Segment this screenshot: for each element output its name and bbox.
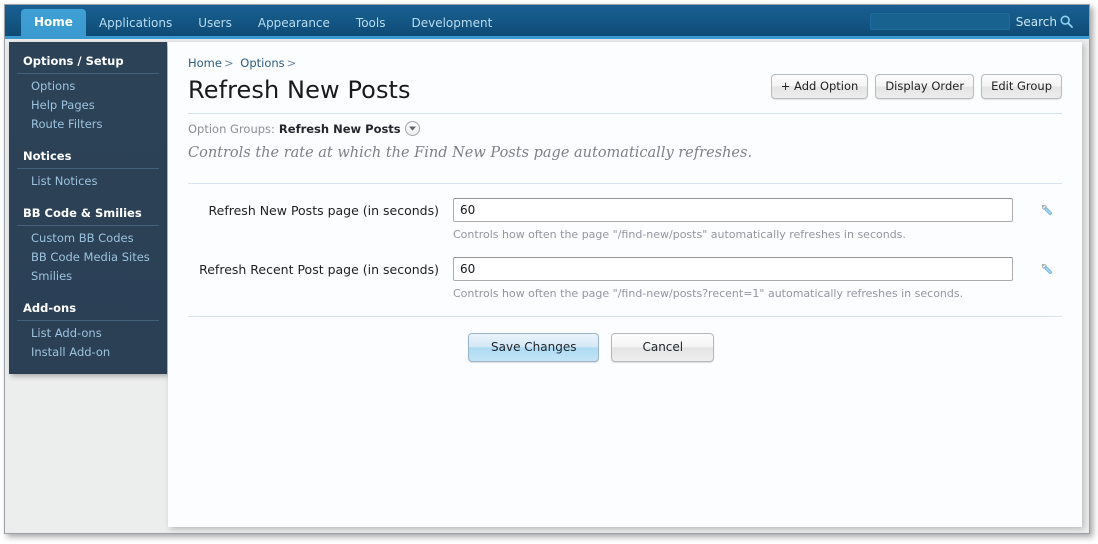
main-content-panel: Home > Options > Refresh New Posts + Add O…: [168, 42, 1082, 527]
form-row: Refresh New Posts page (in seconds) Cont…: [188, 198, 1062, 242]
breadcrumb-options[interactable]: Options: [240, 56, 284, 70]
sidebar-item-options[interactable]: Options: [9, 77, 167, 96]
field-hint: Controls how often the page "/find-new/p…: [453, 228, 906, 241]
breadcrumb-separator: >: [286, 56, 297, 70]
sidebar-group-notices: Notices List Notices: [9, 145, 167, 191]
sidebar-group-title: BB Code & Smilies: [17, 202, 159, 226]
primary-tabs: Home Applications Users Appearance Tools…: [21, 5, 505, 36]
field-wrapper: Controls how often the page "/find-new/p…: [453, 198, 1032, 242]
search-area: Search: [869, 12, 1073, 31]
top-navigation-bar: Home Applications Users Appearance Tools…: [5, 5, 1089, 39]
field-wrapper: Controls how often the page "/find-new/p…: [453, 257, 1032, 301]
admin-window: Home Applications Users Appearance Tools…: [4, 4, 1090, 534]
sidebar-item-help-pages[interactable]: Help Pages: [9, 96, 167, 115]
tab-home[interactable]: Home: [21, 9, 86, 36]
refresh-new-posts-input[interactable]: [453, 198, 1013, 222]
tab-users[interactable]: Users: [185, 10, 245, 36]
sidebar-group-add-ons: Add-ons List Add-ons Install Add-on: [9, 297, 167, 362]
search-icon[interactable]: [1060, 15, 1073, 28]
sidebar-group-title: Options / Setup: [17, 50, 159, 74]
form-bottom-divider: [188, 316, 1062, 317]
tab-appearance[interactable]: Appearance: [245, 10, 343, 36]
page-action-buttons: + Add Option Display Order Edit Group: [770, 74, 1062, 99]
sidebar-item-route-filters[interactable]: Route Filters: [9, 115, 167, 134]
option-groups-selector: Option Groups: Refresh New Posts: [188, 121, 1062, 136]
sidebar-group-title: Add-ons: [17, 297, 159, 321]
sidebar-navigation: Options / Setup Options Help Pages Route…: [9, 42, 167, 374]
edit-group-button[interactable]: Edit Group: [981, 74, 1062, 99]
sidebar-item-install-add-on[interactable]: Install Add-on: [9, 343, 167, 362]
field-label-refresh-recent-post: Refresh Recent Post page (in seconds): [199, 262, 439, 277]
sidebar-group-options-setup: Options / Setup Options Help Pages Route…: [9, 50, 167, 134]
tab-appearance-label: Appearance: [257, 16, 330, 30]
save-changes-button[interactable]: Save Changes: [468, 333, 600, 362]
sidebar-item-bb-code-media-sites[interactable]: BB Code Media Sites: [9, 248, 167, 267]
tab-applications[interactable]: Applications: [86, 10, 185, 36]
tab-tools[interactable]: Tools: [343, 10, 399, 36]
sidebar-item-list-notices[interactable]: List Notices: [9, 172, 167, 191]
sidebar-item-list-add-ons[interactable]: List Add-ons: [9, 324, 167, 343]
cancel-button[interactable]: Cancel: [611, 333, 715, 362]
group-description: Controls the rate at which the Find New …: [188, 145, 753, 161]
chevron-down-icon[interactable]: [404, 121, 420, 136]
option-groups-value: Refresh New Posts: [278, 121, 401, 136]
breadcrumb-separator: >: [223, 56, 234, 70]
tab-users-label: Users: [198, 16, 232, 30]
field-label-refresh-new-posts: Refresh New Posts page (in seconds): [208, 203, 439, 218]
tab-applications-label: Applications: [98, 16, 173, 30]
field-hint: Controls how often the page "/find-new/p…: [453, 287, 964, 300]
sidebar-item-custom-bb-codes[interactable]: Custom BB Codes: [9, 229, 167, 248]
search-label: Search: [1015, 14, 1057, 29]
tab-tools-label: Tools: [355, 16, 386, 30]
form-row: Refresh Recent Post page (in seconds) Co…: [188, 257, 1062, 301]
breadcrumb: Home > Options >: [188, 56, 1062, 70]
options-form: Refresh New Posts page (in seconds) Cont…: [188, 184, 1062, 362]
display-order-button[interactable]: Display Order: [875, 74, 975, 99]
sidebar-group-title: Notices: [17, 145, 159, 169]
tab-home-label: Home: [34, 15, 73, 29]
wrench-icon[interactable]: [1032, 257, 1062, 277]
tab-development[interactable]: Development: [398, 10, 505, 36]
sidebar-item-smilies[interactable]: Smilies: [9, 267, 167, 286]
wrench-icon[interactable]: [1032, 198, 1062, 218]
form-submit-row: Save Changes Cancel: [188, 333, 1062, 362]
option-groups-label: Option Groups:: [188, 121, 275, 136]
search-input[interactable]: [869, 13, 1010, 30]
add-option-button[interactable]: + Add Option: [770, 74, 869, 99]
breadcrumb-home[interactable]: Home: [188, 56, 222, 70]
sidebar-group-bb-code-smilies: BB Code & Smilies Custom BB Codes BB Cod…: [9, 202, 167, 286]
title-divider: [188, 113, 1062, 114]
tab-development-label: Development: [411, 16, 493, 30]
refresh-recent-post-input[interactable]: [453, 257, 1013, 281]
